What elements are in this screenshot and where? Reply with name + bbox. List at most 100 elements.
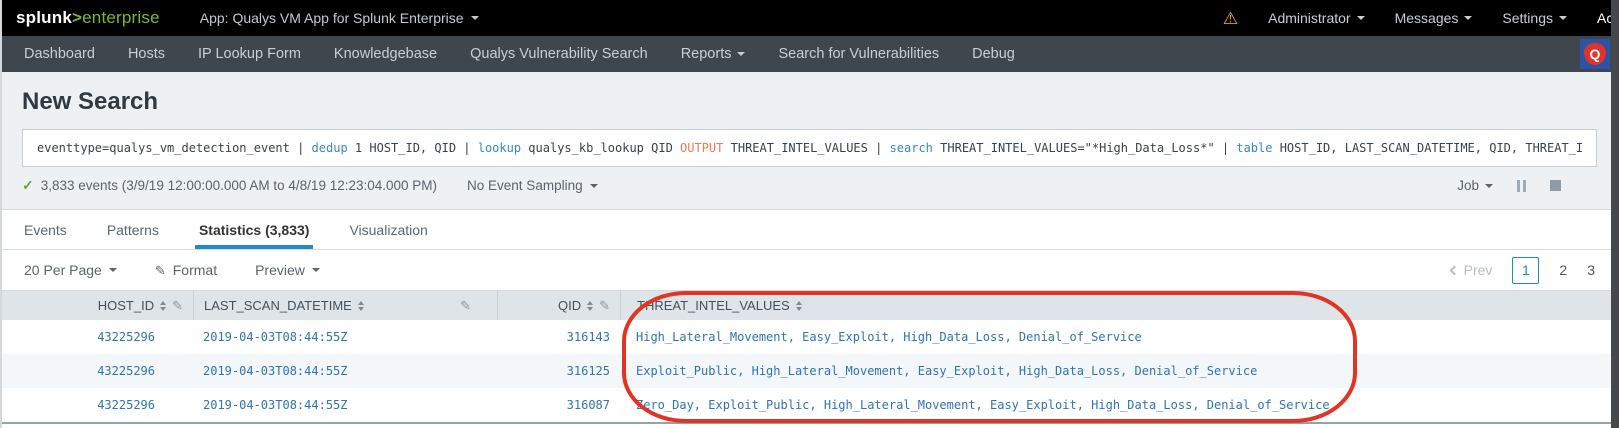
column-header-host-id[interactable]: HOST_ID — [0, 291, 193, 320]
nav-item-ip-lookup-form[interactable]: IP Lookup Form — [198, 46, 301, 62]
settings-menu[interactable]: Settings — [1502, 10, 1567, 26]
cell-qid[interactable]: 316087 — [497, 398, 620, 412]
tab-label: Events — [24, 221, 67, 238]
window-left-edge — [0, 0, 2, 428]
job-label: Job — [1457, 178, 1479, 193]
administrator-label: Administrator — [1268, 10, 1351, 26]
per-page-menu[interactable]: 20 Per Page — [24, 262, 117, 278]
column-label: HOST_ID — [97, 298, 155, 313]
nav-item-dashboard[interactable]: Dashboard — [24, 46, 95, 62]
column-label: LAST_SCAN_DATETIME — [204, 298, 352, 313]
page-button-1[interactable]: 1 — [1512, 256, 1540, 284]
cell-last-scan-datetime[interactable]: 2019-04-03T08:44:55Z — [193, 398, 497, 412]
sort-icon[interactable] — [795, 300, 802, 311]
column-label: QID — [557, 298, 582, 313]
tab-events[interactable]: Events — [24, 210, 67, 249]
search-input[interactable]: eventtype=qualys_vm_detection_event | de… — [22, 129, 1597, 167]
edit-column-pencil-icon[interactable] — [172, 298, 183, 314]
tab-label: Visualization — [349, 221, 428, 238]
tab-visualization[interactable]: Visualization — [349, 210, 427, 249]
column-header-threat-intel-values[interactable]: THREAT_INTEL_VALUES — [620, 291, 1619, 320]
page-button-2[interactable]: 2 — [1559, 262, 1567, 278]
chevron-down-icon — [470, 16, 479, 20]
app-nav-bar: Dashboard Hosts IP Lookup Form Knowledge… — [0, 36, 1619, 72]
cell-threat-intel-values[interactable]: Zero_Day, Exploit_Public, High_Lateral_M… — [620, 398, 1619, 412]
cell-host-id[interactable]: 43225296 — [0, 330, 193, 344]
topbar-right: Administrator Messages Settings Activity — [1223, 10, 1619, 27]
nav-item-qualys-vulnerability-search[interactable]: Qualys Vulnerability Search — [470, 46, 648, 62]
nav-item-knowledgebase[interactable]: Knowledgebase — [334, 46, 437, 62]
chevron-down-icon — [1464, 16, 1473, 20]
chevron-down-icon — [311, 268, 320, 272]
qualys-logo-icon[interactable]: Q — [1580, 39, 1610, 69]
splunk-search-page: splunk>enterprise App: Qualys VM App for… — [0, 0, 1619, 428]
app-menu[interactable]: App: Qualys VM App for Splunk Enterprise — [200, 10, 479, 26]
search-header-section: New Search eventtype=qualys_vm_detection… — [0, 72, 1619, 210]
format-button[interactable]: Format — [155, 262, 217, 279]
format-label: Format — [172, 262, 218, 278]
query-token: eventtype=qualys_vm_detection_event | — [37, 141, 312, 155]
nav-label: Qualys Vulnerability Search — [470, 46, 648, 62]
tab-statistics[interactable]: Statistics (3,833) — [194, 210, 313, 249]
cell-qid[interactable]: 316125 — [497, 364, 620, 378]
cell-host-id[interactable]: 43225296 — [0, 364, 193, 378]
tab-label: Patterns — [106, 221, 159, 238]
nav-label: Debug — [972, 46, 1015, 62]
event-sampling-menu[interactable]: No Event Sampling — [467, 178, 598, 193]
cell-qid[interactable]: 316143 — [497, 330, 620, 344]
chevron-down-icon — [737, 52, 746, 56]
edit-column-pencil-icon[interactable] — [599, 298, 610, 314]
results-table: HOST_ID LAST_SCAN_DATETIME QID THREAT_IN… — [0, 290, 1619, 424]
logo-brand: splunk — [16, 8, 72, 27]
edit-column-pencil-icon[interactable] — [460, 298, 471, 314]
job-menu[interactable]: Job — [1457, 178, 1493, 193]
window-right-edge — [1611, 0, 1619, 428]
messages-menu[interactable]: Messages — [1395, 10, 1473, 26]
page-title: New Search — [22, 88, 159, 115]
table-controls-row: 20 Per Page Format Preview Prev 1 2 3 — [0, 250, 1619, 290]
tab-patterns[interactable]: Patterns — [107, 210, 159, 249]
sort-icon[interactable] — [357, 300, 364, 311]
warning-icon[interactable] — [1223, 10, 1238, 27]
query-token-command: table — [1236, 141, 1273, 155]
preview-label: Preview — [255, 262, 305, 278]
sort-icon[interactable] — [160, 300, 167, 311]
query-token-command: search — [889, 141, 933, 155]
per-page-label: 20 Per Page — [24, 262, 102, 278]
stop-job-icon[interactable] — [1550, 180, 1561, 191]
cell-host-id[interactable]: 43225296 — [0, 398, 193, 412]
nav-item-debug[interactable]: Debug — [972, 46, 1015, 62]
query-token: qualys_kb_lookup QID — [521, 141, 681, 155]
spl-query: eventtype=qualys_vm_detection_event | de… — [37, 141, 1582, 155]
nav-label: IP Lookup Form — [198, 46, 301, 62]
column-header-last-scan-datetime[interactable]: LAST_SCAN_DATETIME — [193, 291, 497, 320]
query-token: THREAT_INTEL_VALUES="*High_Data_Loss*" | — [932, 141, 1237, 155]
pagination: Prev 1 2 3 — [1449, 256, 1595, 284]
cell-threat-intel-values[interactable]: High_Lateral_Movement, Easy_Exploit, Hig… — [620, 330, 1619, 344]
query-token: 1 HOST_ID, QID | — [347, 141, 478, 155]
column-header-qid[interactable]: QID — [497, 291, 620, 320]
nav-item-reports[interactable]: Reports — [681, 46, 746, 62]
prev-page-button[interactable]: Prev — [1449, 262, 1493, 278]
prev-label: Prev — [1463, 262, 1493, 278]
nav-label: Knowledgebase — [333, 46, 438, 62]
event-count-summary: 3,833 events (3/9/19 12:00:00.000 AM to … — [40, 178, 438, 193]
chevron-left-icon — [1449, 265, 1460, 275]
page-button-3[interactable]: 3 — [1587, 262, 1595, 278]
chevron-down-icon — [1356, 16, 1365, 20]
table-row: 43225296 2019-04-03T08:44:55Z 316087 Zer… — [0, 388, 1619, 422]
check-icon — [22, 177, 41, 194]
query-token-modifier: OUTPUT — [680, 141, 724, 155]
nav-item-hosts[interactable]: Hosts — [128, 46, 165, 62]
cell-last-scan-datetime[interactable]: 2019-04-03T08:44:55Z — [193, 364, 497, 378]
pause-job-icon[interactable] — [1517, 179, 1526, 192]
administrator-menu[interactable]: Administrator — [1268, 10, 1365, 26]
splunk-logo[interactable]: splunk>enterprise — [16, 8, 160, 28]
cell-last-scan-datetime[interactable]: 2019-04-03T08:44:55Z — [193, 330, 497, 344]
nav-item-search-for-vulnerabilities[interactable]: Search for Vulnerabilities — [778, 46, 939, 62]
cell-threat-intel-values[interactable]: Exploit_Public, High_Lateral_Movement, E… — [620, 364, 1619, 378]
preview-menu[interactable]: Preview — [255, 262, 320, 278]
query-token-command: dedup — [311, 141, 348, 155]
sort-icon[interactable] — [587, 300, 594, 311]
query-token-command: lookup — [477, 141, 522, 155]
